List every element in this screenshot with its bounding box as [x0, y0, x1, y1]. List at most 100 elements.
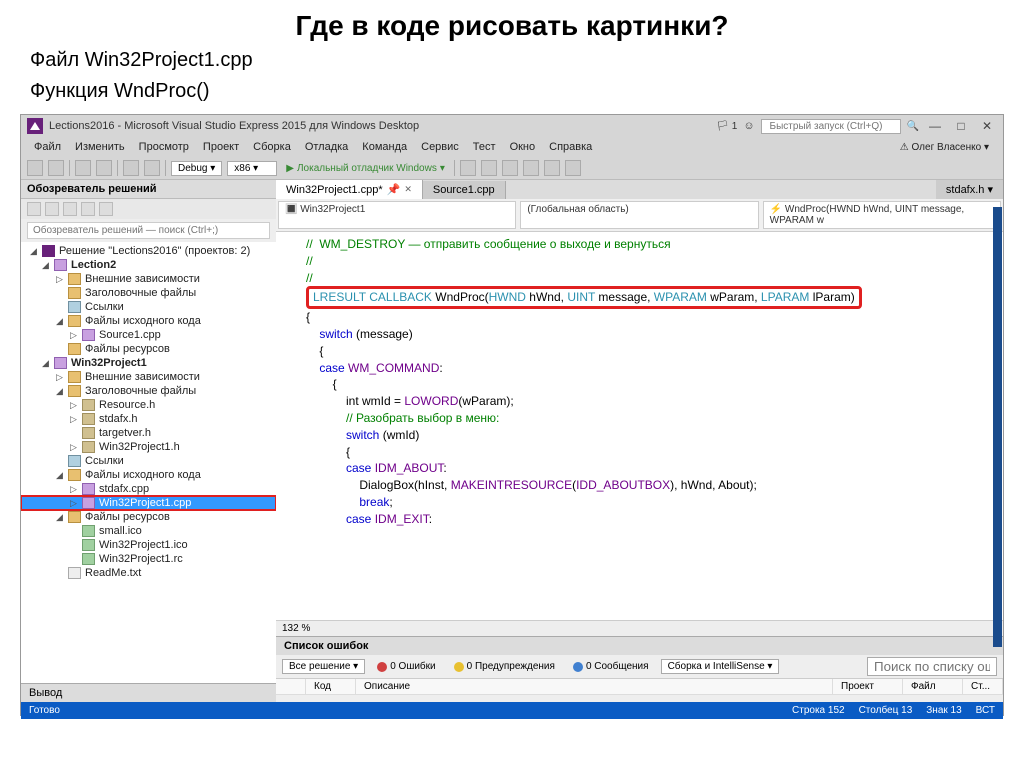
error-search-input[interactable] [867, 657, 997, 676]
slide-sub-2: Функция WndProc() [0, 78, 1024, 109]
menu-project[interactable]: Проект [196, 139, 246, 155]
se-sync-icon[interactable] [63, 202, 77, 216]
tb-icon-6[interactable] [565, 160, 581, 176]
tree-item[interactable]: ▷Внешние зависимости [21, 370, 276, 384]
menu-view[interactable]: Просмотр [132, 139, 196, 155]
warnings-filter[interactable]: 0 Предупреждения [448, 660, 561, 673]
slide-sub-1: Файл Win32Project1.cpp [0, 47, 1024, 78]
status-char: Знак 13 [926, 705, 961, 716]
tree-item[interactable]: ◢Заголовочные файлы [21, 384, 276, 398]
error-list-header: Список ошибок [276, 637, 1003, 655]
tree-file[interactable]: ▷Resource.h [21, 398, 276, 412]
vs-logo-icon [27, 118, 43, 134]
tree-file[interactable]: small.ico [21, 524, 276, 538]
nav-fwd-button[interactable] [48, 160, 64, 176]
menu-help[interactable]: Справка [542, 139, 599, 155]
tree-item[interactable]: ◢Файлы ресурсов [21, 510, 276, 524]
search-icon[interactable]: 🔍 [907, 121, 919, 132]
tree-file[interactable]: targetver.h [21, 426, 276, 440]
close-button[interactable]: ✕ [977, 119, 997, 133]
menu-test[interactable]: Тест [466, 139, 503, 155]
build-intellisense-combo[interactable]: Сборка и IntelliSense ▾ [661, 659, 780, 674]
scope-combo-function[interactable]: ⚡ WndProc(HWND hWnd, UINT message, WPARA… [763, 201, 1001, 229]
editor-navbar: 🔳 Win32Project1 (Глобальная область) ⚡ W… [276, 199, 1003, 232]
menu-team[interactable]: Команда [355, 139, 414, 155]
se-showall-icon[interactable] [81, 202, 95, 216]
tree-item[interactable]: Файлы ресурсов [21, 342, 276, 356]
tab-stdafx[interactable]: stdafx.h ▾ [936, 180, 1003, 199]
menu-file[interactable]: Файл [27, 139, 68, 155]
errors-filter[interactable]: 0 Ошибки [371, 660, 441, 673]
undo-button[interactable] [123, 160, 139, 176]
tree-project-win32[interactable]: ◢Win32Project1 [21, 356, 276, 370]
user-badge[interactable]: ⚠ Олег Власенко ▾ [892, 140, 997, 155]
tb-icon-4[interactable] [523, 160, 539, 176]
window-title: Lections2016 - Microsoft Visual Studio E… [49, 120, 419, 132]
minimize-button[interactable]: — [925, 119, 945, 133]
titlebar: Lections2016 - Microsoft Visual Studio E… [21, 115, 1003, 137]
statusbar: Готово Строка 152 Столбец 13 Знак 13 ВСТ [21, 702, 1003, 719]
tree-file[interactable]: ▷stdafx.cpp [21, 482, 276, 496]
editor-tabs: Win32Project1.cpp* 📌 ✕ Source1.cpp stdaf… [276, 180, 1003, 199]
tree-project-lection2[interactable]: ◢Lection2 [21, 258, 276, 272]
se-refresh-icon[interactable] [45, 202, 59, 216]
tb-icon-2[interactable] [481, 160, 497, 176]
tree-file[interactable]: ▷stdafx.h [21, 412, 276, 426]
error-scope-combo[interactable]: Все решение ▾ [282, 659, 365, 674]
tb-icon-3[interactable] [502, 160, 518, 176]
menubar: Файл Изменить Просмотр Проект Сборка Отл… [21, 137, 1003, 157]
status-line: Строка 152 [792, 705, 845, 716]
tree-item[interactable]: Ссылки [21, 300, 276, 314]
tree-file[interactable]: Win32Project1.ico [21, 538, 276, 552]
tree-item[interactable]: Ссылки [21, 454, 276, 468]
menu-build[interactable]: Сборка [246, 139, 298, 155]
maximize-button[interactable]: □ [951, 119, 971, 133]
quick-launch-input[interactable] [761, 119, 901, 134]
highlighted-signature: LRESULT CALLBACK WndProc(HWND hWnd, UINT… [306, 286, 862, 309]
main-toolbar: Debug ▾ x86 ▾ Локальный отладчик Windows… [21, 157, 1003, 180]
tree-file-readme[interactable]: ReadMe.txt [21, 566, 276, 580]
messages-filter[interactable]: 0 Сообщения [567, 660, 655, 673]
solution-explorer-toolbar [21, 199, 276, 219]
tab-source1[interactable]: Source1.cpp [423, 181, 506, 199]
menu-edit[interactable]: Изменить [68, 139, 132, 155]
tree-solution[interactable]: ◢Решение "Lections2016" (проектов: 2) [21, 244, 276, 258]
output-tab[interactable]: Вывод [21, 683, 276, 702]
start-debug-button[interactable]: Локальный отладчик Windows ▾ [282, 162, 449, 175]
tree-file-source1[interactable]: ▷Source1.cpp [21, 328, 276, 342]
tb-icon-5[interactable] [544, 160, 560, 176]
solution-tree[interactable]: ◢Решение "Lections2016" (проектов: 2) ◢L… [21, 242, 276, 683]
notification-flag-icon[interactable]: 🏳 1 [716, 121, 737, 132]
tree-file-win32project1-cpp[interactable]: ▷Win32Project1.cpp [21, 496, 276, 510]
tree-item[interactable]: ◢Файлы исходного кода [21, 314, 276, 328]
solution-explorer-header: Обозреватель решений [21, 180, 276, 199]
menu-debug[interactable]: Отладка [298, 139, 355, 155]
config-combo[interactable]: Debug ▾ [171, 161, 222, 176]
tree-file[interactable]: ▷Win32Project1.h [21, 440, 276, 454]
zoom-level[interactable]: 132 % [276, 620, 1003, 636]
menu-window[interactable]: Окно [503, 139, 543, 155]
tree-item[interactable]: ▷Внешние зависимости [21, 272, 276, 286]
status-col: Столбец 13 [859, 705, 913, 716]
nav-back-button[interactable] [27, 160, 43, 176]
save-button[interactable] [75, 160, 91, 176]
menu-tools[interactable]: Сервис [414, 139, 466, 155]
tree-item[interactable]: ◢Файлы исходного кода [21, 468, 276, 482]
slide-title: Где в коде рисовать картинки? [0, 0, 1024, 47]
code-editor[interactable]: // WM_DESTROY — отправить сообщение о вы… [276, 232, 1003, 620]
feedback-icon[interactable]: ☺ [743, 120, 754, 132]
scope-combo-project[interactable]: 🔳 Win32Project1 [278, 201, 516, 229]
tree-file[interactable]: Win32Project1.rc [21, 552, 276, 566]
tb-icon-1[interactable] [460, 160, 476, 176]
se-home-icon[interactable] [27, 202, 41, 216]
solution-search-input[interactable] [27, 222, 270, 239]
redo-button[interactable] [144, 160, 160, 176]
se-props-icon[interactable] [99, 202, 113, 216]
scope-combo-global[interactable]: (Глобальная область) [520, 201, 758, 229]
close-icon[interactable]: ✕ [404, 184, 412, 195]
platform-combo[interactable]: x86 ▾ [227, 161, 277, 176]
save-all-button[interactable] [96, 160, 112, 176]
tree-item[interactable]: Заголовочные файлы [21, 286, 276, 300]
tab-win32project1[interactable]: Win32Project1.cpp* 📌 ✕ [276, 180, 423, 199]
error-columns: Код Описание Проект Файл Ст... [276, 679, 1003, 695]
